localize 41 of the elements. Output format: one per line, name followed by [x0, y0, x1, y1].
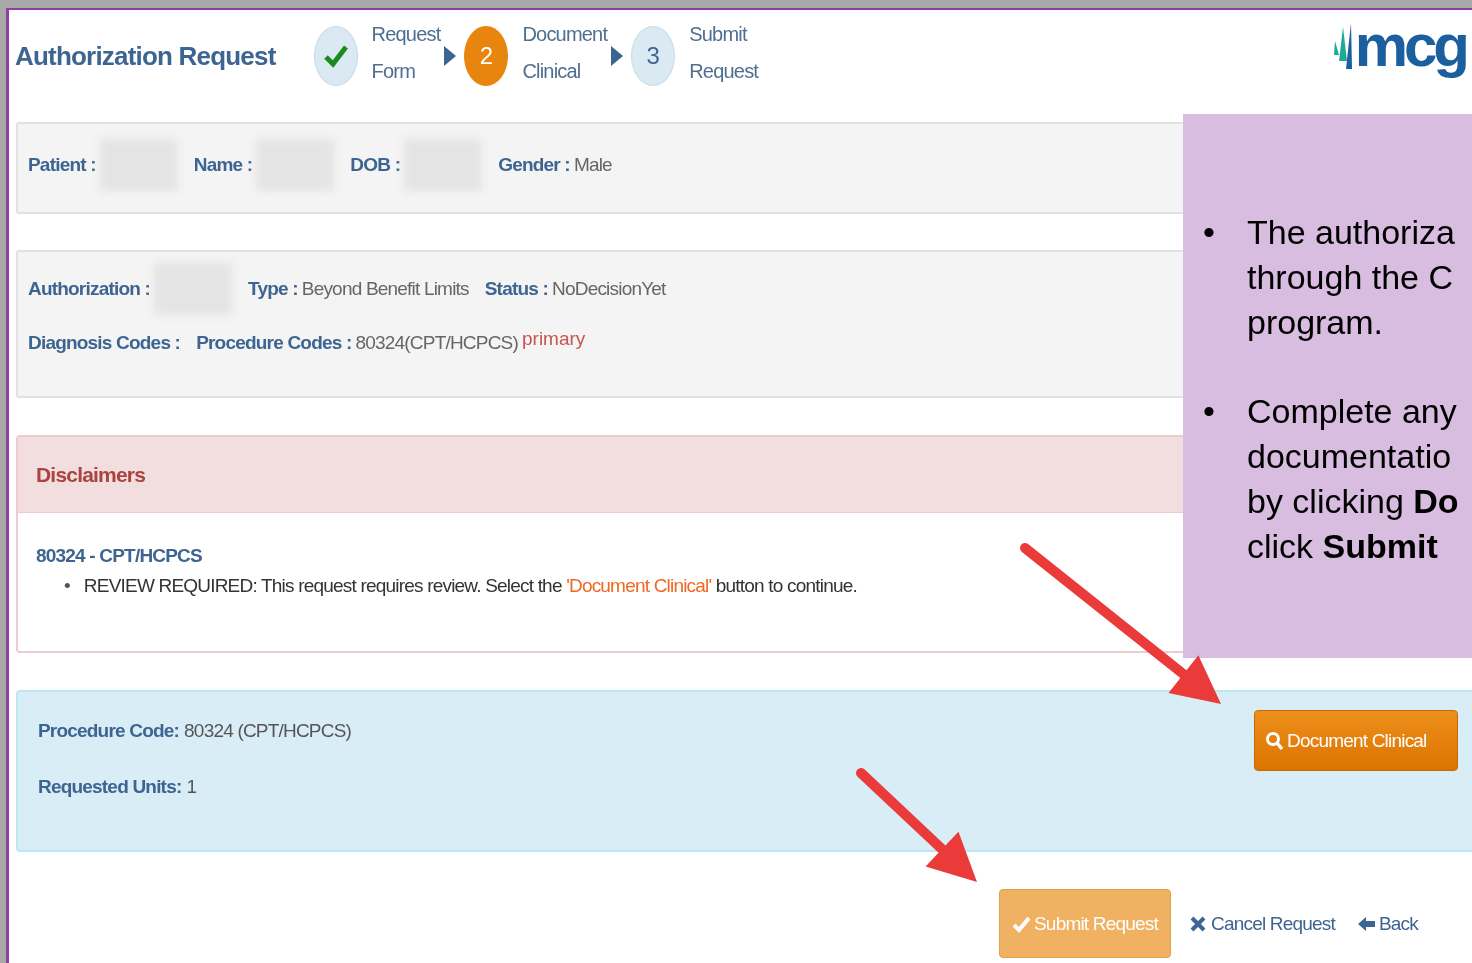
- step-label: Submit Request: [689, 22, 759, 84]
- disclaimer-text: REVIEW REQUIRED: This request requires review. Select the 'Document Clinical' button to continue.: [83, 575, 857, 597]
- close-icon: [1189, 914, 1207, 933]
- field-label: Authorization :: [28, 278, 151, 300]
- step-number: 3: [646, 42, 660, 70]
- bullet-marker: •: [1202, 212, 1216, 253]
- logo-text: mcg: [1354, 11, 1466, 81]
- callout-text: The authoriza through the C program.: [1247, 212, 1455, 343]
- field-value: 1: [186, 776, 197, 798]
- arrow-left-icon: [1357, 914, 1375, 933]
- primary-tag: primary: [522, 328, 586, 350]
- field-value: NoDecisionYet: [552, 278, 666, 300]
- back-link[interactable]: Back: [1353, 912, 1423, 935]
- cancel-request-link[interactable]: Cancel Request: [1185, 912, 1339, 935]
- field-value: Beyond Benefit Limits: [301, 278, 469, 300]
- bullet-marker: •: [1202, 391, 1216, 432]
- check-icon: [1012, 914, 1030, 933]
- procedure-code-heading: 80324 - CPT/HCPCS: [36, 545, 202, 567]
- field-label: Procedure Codes :: [196, 332, 352, 354]
- field-label: Status :: [484, 278, 549, 300]
- field-value: 80324 (CPT/HCPCS): [184, 720, 352, 742]
- page-title: Authorization Request: [15, 40, 276, 72]
- search-icon: [1265, 730, 1283, 751]
- step-number: 2: [479, 42, 494, 70]
- field-label: Patient :: [28, 154, 96, 176]
- field-label: Procedure Code:: [38, 720, 180, 742]
- field-value: 80324(CPT/HCPCS): [355, 332, 518, 354]
- field-label: Gender :: [498, 154, 570, 176]
- check-icon: [322, 43, 349, 69]
- caret-icon: [444, 46, 457, 66]
- callout-text: Complete any documentatio by clicking Do click Submit: [1247, 391, 1459, 567]
- field-label: DOB :: [350, 154, 401, 176]
- step-label: Document Clinical: [522, 22, 608, 84]
- bullet-marker: •: [64, 575, 70, 597]
- step-label: Request Form: [371, 22, 441, 84]
- field-label: Requested Units:: [38, 776, 182, 798]
- field-label: Diagnosis Codes :: [28, 332, 181, 354]
- field-label: Type :: [248, 278, 298, 300]
- field-label: Name :: [193, 154, 253, 176]
- caret-icon: [611, 46, 624, 66]
- field-value: Male: [573, 154, 612, 176]
